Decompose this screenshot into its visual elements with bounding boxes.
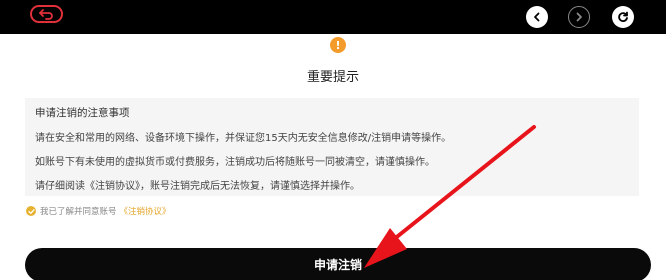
refresh-button[interactable] xyxy=(612,6,634,28)
notice-box: 申请注销的注意事项 请在安全和常用的网络、设备环境下操作，并保证您15天内无安全… xyxy=(25,98,639,196)
refresh-icon xyxy=(618,11,628,22)
page-title: 重要提示 xyxy=(306,70,359,85)
top-bar xyxy=(0,0,666,34)
back-button[interactable] xyxy=(30,5,63,23)
apply-cancel-button[interactable]: 申请注销 xyxy=(25,248,651,280)
checkmark-icon xyxy=(27,208,35,214)
agreement-row: 我已了解并同意账号 《注销协议》 xyxy=(26,205,171,217)
chevron-right-icon xyxy=(576,12,582,22)
notice-line: 请仔细阅读《注销协议》，账号注销完成后无法恢复，请谨慎选择并操作。 xyxy=(35,181,360,192)
notice-line: 请在安全和常用的网络、设备环境下操作，并保证您15天内无安全信息修改/注销申请等… xyxy=(35,133,452,144)
back-arrow-icon xyxy=(38,9,53,20)
chevron-left-icon xyxy=(534,12,540,22)
agreement-checkbox[interactable] xyxy=(26,206,36,216)
agreement-text: 我已了解并同意账号 xyxy=(40,207,117,217)
warning-icon: ! xyxy=(330,37,346,53)
notice-line: 如账号下有未使用的虚拟货币或付费服务，注销成功后将随账号一同被清空，请谨慎操作。 xyxy=(35,157,435,168)
agreement-link[interactable]: 《注销协议》 xyxy=(120,205,171,217)
notice-title: 申请注销的注意事项 xyxy=(35,107,130,119)
next-button[interactable] xyxy=(568,6,590,28)
prev-button[interactable] xyxy=(526,6,548,28)
apply-cancel-label: 申请注销 xyxy=(313,258,362,272)
